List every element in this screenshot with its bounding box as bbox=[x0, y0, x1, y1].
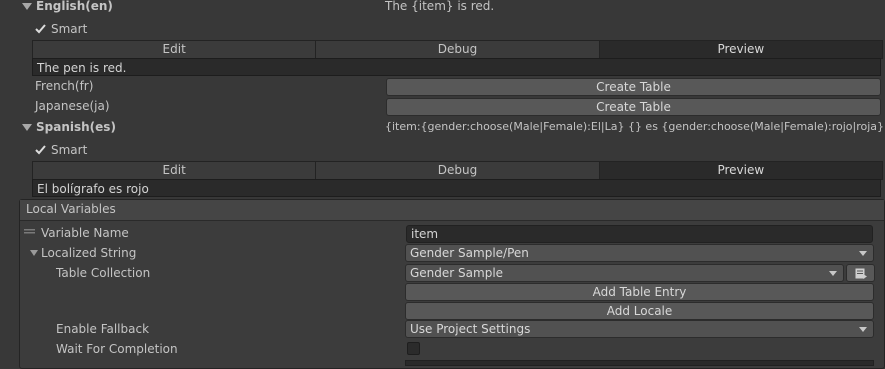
smart-label-spanish: Smart bbox=[51, 143, 88, 157]
open-table-icon bbox=[855, 268, 867, 279]
variable-name-field[interactable]: item bbox=[406, 225, 873, 243]
localized-string-dropdown[interactable]: Gender Sample/Pen bbox=[405, 244, 874, 262]
add-locale-button[interactable]: Add Locale bbox=[405, 302, 874, 320]
tab-debug[interactable]: Debug bbox=[315, 41, 598, 58]
wait-for-completion-label: Wait For Completion bbox=[56, 342, 178, 356]
wait-for-completion-checkbox[interactable] bbox=[407, 342, 420, 355]
locale-label-spanish: Spanish(es) bbox=[36, 120, 116, 134]
tab-preview[interactable]: Preview bbox=[598, 162, 882, 179]
entry-text-english: The {item} is red. bbox=[385, 0, 495, 13]
table-collection-value: Gender Sample bbox=[410, 266, 504, 280]
enable-fallback-label: Enable Fallback bbox=[56, 322, 150, 336]
foldout-arrow-icon[interactable] bbox=[22, 3, 32, 10]
chevron-down-icon bbox=[829, 271, 837, 276]
foldout-arrow-icon[interactable] bbox=[22, 124, 32, 131]
tab-preview[interactable]: Preview bbox=[598, 41, 882, 58]
entry-text-spanish: {item:{gender:choose(Male|Female):El|La}… bbox=[385, 120, 885, 133]
locale-label-french: French(fr) bbox=[35, 79, 94, 93]
chevron-down-icon bbox=[859, 251, 867, 256]
localized-string-label: Localized String bbox=[41, 246, 137, 260]
enable-fallback-value: Use Project Settings bbox=[410, 322, 531, 336]
variable-name-label: Variable Name bbox=[41, 226, 129, 240]
tab-edit[interactable]: Edit bbox=[33, 41, 315, 58]
drag-handle-icon[interactable] bbox=[24, 229, 35, 236]
preview-output-spanish: El bolígrafo es rojo bbox=[32, 179, 881, 197]
tab-edit[interactable]: Edit bbox=[33, 162, 315, 179]
chevron-down-icon bbox=[859, 327, 867, 332]
mode-tabs-spanish: Edit Debug Preview bbox=[32, 161, 883, 180]
smart-checkbox-english[interactable] bbox=[34, 22, 47, 35]
add-table-entry-button[interactable]: Add Table Entry bbox=[405, 283, 874, 301]
localized-string-value: Gender Sample/Pen bbox=[410, 246, 529, 260]
locale-label-japanese: Japanese(ja) bbox=[35, 99, 110, 113]
local-variables-title: Local Variables bbox=[26, 202, 116, 216]
preview-output-english: The pen is red. bbox=[32, 58, 881, 76]
table-collection-label: Table Collection bbox=[56, 266, 151, 280]
table-collection-dropdown[interactable]: Gender Sample bbox=[405, 264, 844, 282]
smart-checkbox-spanish[interactable] bbox=[34, 143, 47, 156]
local-variables-header: Local Variables bbox=[20, 200, 884, 221]
locale-label-english: English(en) bbox=[36, 0, 113, 13]
mode-tabs-english: Edit Debug Preview bbox=[32, 40, 883, 59]
enable-fallback-dropdown[interactable]: Use Project Settings bbox=[405, 320, 874, 338]
foldout-arrow-icon[interactable] bbox=[30, 250, 38, 256]
tab-debug[interactable]: Debug bbox=[315, 162, 598, 179]
smart-label-english: Smart bbox=[51, 22, 88, 36]
create-table-button-japanese[interactable]: Create Table bbox=[386, 98, 881, 116]
open-table-button[interactable] bbox=[846, 264, 875, 282]
next-field[interactable] bbox=[405, 360, 874, 366]
create-table-button-french[interactable]: Create Table bbox=[386, 78, 881, 96]
